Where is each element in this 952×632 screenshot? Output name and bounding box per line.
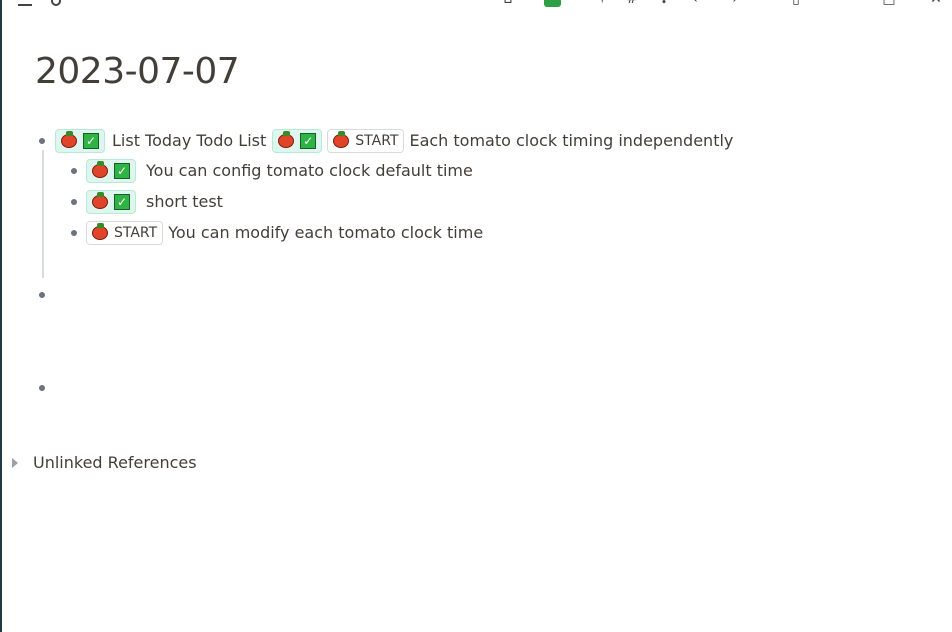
start-label: START [114, 225, 158, 241]
block-bullet[interactable] [71, 199, 77, 205]
menu-icon[interactable] [17, 0, 33, 7]
pomodoro-done-chip[interactable]: ✓ [55, 129, 105, 153]
pomodoro-start-button[interactable]: START [86, 221, 164, 245]
block-bullet[interactable] [71, 230, 77, 236]
block-children-guide [42, 150, 44, 278]
close-icon[interactable]: ✕ [928, 0, 944, 7]
plugin-icon[interactable]: ✣ [656, 0, 672, 7]
back-icon[interactable]: ‹ [687, 0, 703, 7]
check-icon: ✓ [300, 133, 317, 149]
tomato-icon [333, 131, 350, 148]
check-icon: ✓ [114, 194, 130, 210]
block-text: short test [146, 192, 223, 211]
block-bullet[interactable] [39, 138, 45, 144]
search-icon[interactable] [48, 0, 64, 7]
tomato-icon [278, 131, 295, 148]
pomodoro-done-chip[interactable]: ✓ [86, 190, 136, 214]
tomato-icon [92, 223, 108, 240]
block-row[interactable]: ✓ short test [86, 190, 223, 214]
tomato-icon [92, 161, 108, 178]
unlinked-references-label: Unlinked References [33, 453, 197, 472]
sync-status-icon[interactable] [544, 0, 561, 7]
home-icon[interactable]: ⌂ [500, 0, 516, 7]
graph-icon[interactable]: ⚘ [594, 0, 610, 7]
block-text: You can config tomato clock default time [146, 161, 473, 180]
more-icon[interactable]: ⋯ [755, 0, 771, 7]
sidebar-icon[interactable]: ▯ [788, 0, 804, 7]
block-row[interactable]: ✓ You can config tomato clock default ti… [86, 159, 473, 183]
block-text: List Today Todo List [112, 131, 267, 150]
pomodoro-done-chip[interactable]: ✓ [86, 159, 136, 183]
unlinked-references-toggle[interactable]: Unlinked References [12, 452, 197, 474]
top-toolbar: ⌂ ⚘ # ✣ ‹ › ⋯ ▯ □ ✕ [0, 0, 952, 10]
forward-icon[interactable]: › [727, 0, 743, 7]
block-row[interactable]: ✓ List Today Todo List ✓ START Each toma… [55, 129, 733, 153]
check-icon: ✓ [114, 163, 130, 179]
check-icon: ✓ [83, 133, 99, 149]
window-left-edge [0, 0, 2, 632]
tag-icon[interactable]: # [624, 0, 640, 7]
tomato-icon [92, 192, 108, 209]
block-text: Each tomato clock timing independently [409, 131, 734, 150]
pomodoro-done-chip[interactable]: ✓ [272, 129, 323, 153]
pomodoro-start-button[interactable]: START [327, 129, 405, 153]
tomato-icon [61, 131, 77, 148]
page-title[interactable]: 2023-07-07 [35, 50, 240, 94]
caret-right-icon [12, 458, 18, 468]
block-text: You can modify each tomato clock time [168, 223, 484, 242]
maximize-icon[interactable]: □ [881, 0, 897, 7]
block-row[interactable]: START You can modify each tomato clock t… [86, 221, 483, 245]
start-label: START [355, 133, 399, 149]
empty-block-bullet[interactable] [39, 292, 45, 298]
block-bullet[interactable] [71, 168, 77, 174]
empty-block-bullet[interactable] [39, 385, 45, 391]
